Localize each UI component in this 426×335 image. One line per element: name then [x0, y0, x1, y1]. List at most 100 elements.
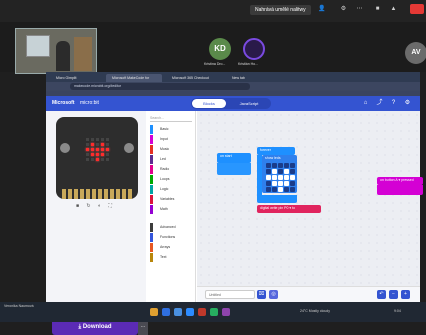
url-field[interactable]: makecode.microbit.org/#editor [70, 83, 250, 90]
microsoft-logo[interactable]: Microsoft [52, 99, 75, 108]
tab-2[interactable]: Microsoft MakeCode for micro:bit [106, 74, 162, 88]
led [96, 138, 99, 141]
category-loops[interactable]: Loops [150, 175, 194, 184]
led[interactable] [266, 169, 271, 174]
people-icon[interactable]: 👤 [318, 6, 325, 13]
led [106, 153, 109, 156]
github-icon[interactable]: ◎ [269, 290, 278, 299]
share-icon[interactable]: ▲ [390, 6, 397, 13]
folder-icon[interactable] [150, 308, 158, 316]
show-leds-label: show leds [265, 156, 281, 160]
led[interactable] [266, 163, 271, 168]
led [106, 138, 109, 141]
taskbar: Veronika Naumová 24°C Mostly cloudy 9:04 [0, 302, 426, 322]
share-icon[interactable]: ⤴ [376, 100, 383, 107]
zoom-icon[interactable] [186, 308, 194, 316]
on-button-block[interactable]: on button A ▾ pressed [377, 177, 423, 185]
category-functions[interactable]: Functions [150, 233, 194, 242]
led [91, 153, 94, 156]
category-text[interactable]: Text [150, 253, 194, 262]
led[interactable] [284, 181, 289, 186]
leave-button[interactable] [410, 4, 424, 14]
led[interactable] [272, 181, 277, 186]
category-arrays[interactable]: Arrays [150, 243, 194, 252]
led-matrix [85, 137, 110, 162]
led[interactable] [272, 175, 277, 180]
show-leds-block[interactable]: show leds [262, 155, 297, 193]
led[interactable] [284, 187, 289, 192]
tab-1[interactable]: Micro Gimplit [50, 74, 102, 82]
recording-banner[interactable]: Nahrává umělé nalitwy [250, 5, 311, 15]
category-radio[interactable]: Radio [150, 165, 194, 174]
led[interactable] [272, 187, 277, 192]
led [101, 158, 104, 161]
button-b[interactable] [124, 143, 134, 153]
led[interactable] [290, 187, 295, 192]
zoom-in-icon[interactable]: + [401, 290, 410, 299]
category-variables[interactable]: Variables [150, 195, 194, 204]
led[interactable] [290, 181, 295, 186]
led [106, 143, 109, 146]
tab-4[interactable]: New tab [226, 74, 266, 82]
led[interactable] [284, 163, 289, 168]
toolbox-search[interactable]: Search... [150, 115, 192, 122]
undo-icon[interactable]: ↶ [377, 290, 386, 299]
meeting-strip: Nahrává umělé nalitwy 👤 ⚙ ⋯ ■ ▲ KD Krist… [0, 0, 426, 74]
on-start-block[interactable]: on start [217, 153, 251, 163]
led[interactable] [278, 163, 283, 168]
category-led[interactable]: Led [150, 155, 194, 164]
led[interactable] [266, 187, 271, 192]
led[interactable] [278, 175, 283, 180]
camera-icon[interactable]: ■ [374, 6, 381, 13]
category-music[interactable]: Music [150, 145, 194, 154]
project-name-input[interactable]: Untitled [205, 290, 255, 299]
app-icon[interactable] [222, 308, 230, 316]
more-icon[interactable]: ⋯ [356, 6, 363, 13]
led[interactable] [272, 163, 277, 168]
led[interactable] [290, 175, 295, 180]
led [86, 148, 89, 151]
led[interactable] [278, 169, 283, 174]
led[interactable] [290, 163, 295, 168]
simulator-controls[interactable]: ■ ↻ ◐ ⛶ [76, 203, 120, 210]
javascript-tab[interactable]: JavaScript [229, 99, 269, 108]
avatar-av: AV [405, 42, 426, 64]
settings-icon[interactable]: ⚙ [404, 100, 411, 107]
led[interactable] [272, 169, 277, 174]
led[interactable] [290, 169, 295, 174]
tab-3[interactable]: Microsoft 365 Checkout [166, 74, 222, 82]
show-leds-grid[interactable] [266, 163, 295, 192]
led[interactable] [278, 181, 283, 186]
led[interactable] [266, 175, 271, 180]
category-advanced[interactable]: Advanced [150, 223, 194, 232]
led[interactable] [266, 181, 271, 186]
settings-icon[interactable]: ⚙ [340, 6, 347, 13]
microbit-logo[interactable]: micro:bit [80, 99, 99, 108]
category-basic[interactable]: Basic [150, 125, 194, 134]
address-bar: makecode.microbit.org/#editor [46, 82, 420, 91]
windows-icon[interactable] [174, 308, 182, 316]
app-icon[interactable] [198, 308, 206, 316]
help-icon[interactable]: ? [390, 100, 397, 107]
digital-write-block[interactable]: digital write pin P0 ▾ to [257, 205, 321, 213]
led[interactable] [284, 169, 289, 174]
led[interactable] [278, 187, 283, 192]
blocks-workspace[interactable]: on start forever show leds digital write… [197, 111, 423, 286]
category-input[interactable]: Input [150, 135, 194, 144]
home-icon[interactable]: ⌂ [362, 100, 369, 107]
led [96, 143, 99, 146]
microbit-board[interactable] [56, 117, 138, 199]
led[interactable] [284, 175, 289, 180]
edge-icon[interactable] [162, 308, 170, 316]
forever-block[interactable]: forever [257, 147, 295, 155]
blocks-tab[interactable]: Blocks [192, 99, 226, 108]
app-icon[interactable] [210, 308, 218, 316]
edge-connector[interactable] [62, 189, 132, 199]
zoom-out-icon[interactable]: − [389, 290, 398, 299]
save-icon[interactable]: ⌧ [257, 290, 266, 299]
led [106, 158, 109, 161]
category-logic[interactable]: Logic [150, 185, 194, 194]
category-math[interactable]: Math [150, 205, 194, 214]
button-a[interactable] [60, 143, 70, 153]
led [96, 158, 99, 161]
